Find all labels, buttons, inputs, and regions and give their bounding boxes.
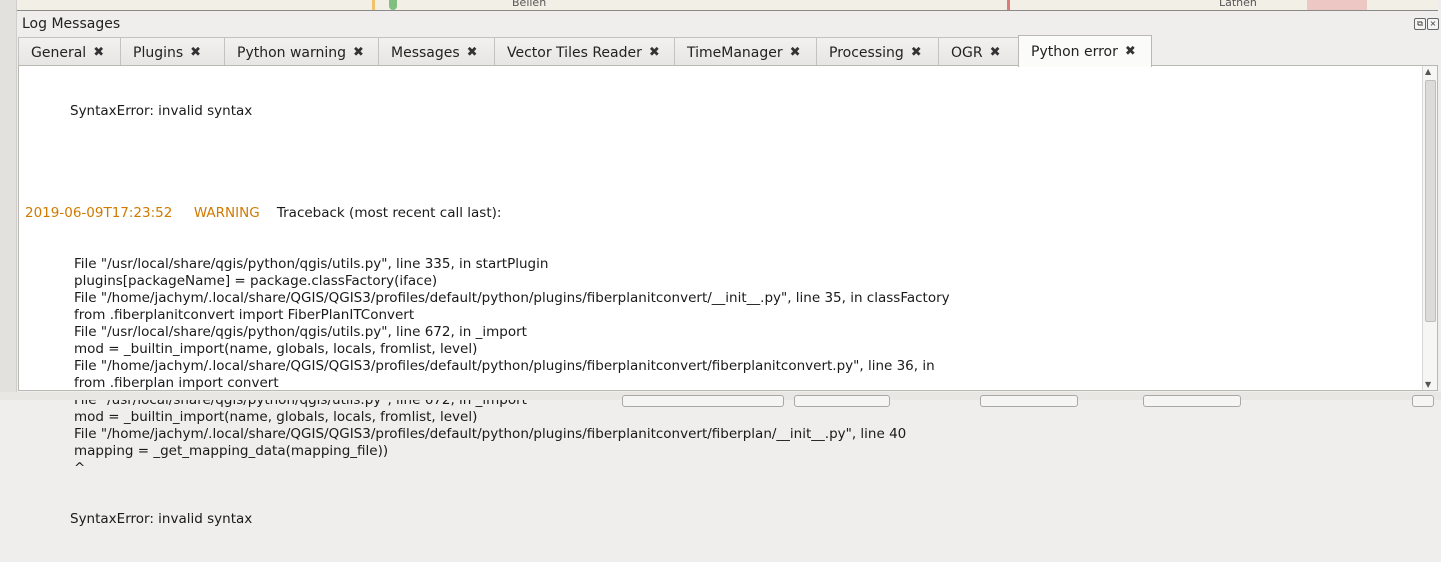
- tab-close-icon[interactable]: ✖: [649, 45, 660, 60]
- status-widget[interactable]: [1412, 395, 1434, 407]
- tab-label: Plugins: [133, 44, 184, 61]
- left-dock-edge: [0, 0, 17, 400]
- tab-ogr[interactable]: OGR ✖: [938, 37, 1018, 67]
- traceback-line: ^: [74, 460, 86, 476]
- traceback-line: plugins[packageName] = package.classFact…: [74, 273, 438, 289]
- tab-close-icon[interactable]: ✖: [353, 45, 364, 60]
- log-line: SyntaxError: invalid syntax: [70, 511, 253, 527]
- tab-label: Python error: [1031, 43, 1118, 60]
- tab-timemanager[interactable]: TimeManager ✖: [674, 37, 816, 67]
- tab-close-icon[interactable]: ✖: [467, 45, 478, 60]
- traceback-line: File "/usr/local/share/qgis/python/qgis/…: [74, 256, 549, 272]
- scrollbar-thumb[interactable]: [1425, 80, 1436, 322]
- close-panel-icon[interactable]: ×: [1427, 18, 1439, 30]
- tab-label: Python warning: [237, 44, 347, 61]
- log-traceback-header: Traceback (most recent call last):: [276, 205, 502, 221]
- vertical-scrollbar[interactable]: ▲ ▼: [1422, 66, 1437, 390]
- traceback-line: File "/home/jachym/.local/share/QGIS/QGI…: [74, 358, 935, 374]
- tab-label: Vector Tiles Reader: [507, 44, 642, 61]
- log-line: SyntaxError: invalid syntax: [70, 103, 253, 119]
- traceback-line: mapping = _get_mapping_data(mapping_file…: [74, 443, 389, 459]
- panel-title: Log Messages: [22, 16, 121, 32]
- tab-label: General: [31, 44, 87, 61]
- tab-close-icon[interactable]: ✖: [1125, 44, 1136, 59]
- log-text[interactable]: SyntaxError: invalid syntax 2019-06-09T1…: [25, 69, 1421, 562]
- status-widget[interactable]: [794, 395, 890, 407]
- tab-close-icon[interactable]: ✖: [990, 45, 1001, 60]
- status-widget[interactable]: [980, 395, 1078, 407]
- map-label-lathen: Lathen: [1219, 0, 1257, 9]
- tab-close-icon[interactable]: ✖: [93, 45, 104, 60]
- log-level: WARNING: [193, 205, 260, 221]
- tab-close-icon[interactable]: ✖: [790, 45, 801, 60]
- tab-python-warning[interactable]: Python warning ✖: [224, 37, 378, 67]
- scroll-down-icon[interactable]: ▼: [1425, 380, 1431, 389]
- status-bar: [0, 392, 1441, 407]
- tab-plugins[interactable]: Plugins ✖: [120, 37, 224, 67]
- tab-label: Messages: [391, 44, 460, 61]
- status-widget[interactable]: [1143, 395, 1241, 407]
- tab-close-icon[interactable]: ✖: [911, 45, 922, 60]
- float-panel-icon[interactable]: ⧉: [1414, 18, 1426, 30]
- traceback-line: mod = _builtin_import(name, globals, loc…: [74, 341, 478, 357]
- tab-label: OGR: [951, 44, 983, 61]
- log-entry-header: 2019-06-09T17:23:52 WARNING Traceback (m…: [25, 205, 1421, 222]
- tab-label: Processing: [829, 44, 904, 61]
- tab-messages[interactable]: Messages ✖: [378, 37, 494, 67]
- log-timestamp: 2019-06-09T17:23:52: [25, 205, 173, 221]
- map-canvas-strip[interactable]: Beilen Lathen: [17, 0, 1438, 11]
- tab-general[interactable]: General ✖: [18, 37, 120, 67]
- traceback-line: File "/home/jachym/.local/share/QGIS/QGI…: [74, 290, 950, 306]
- traceback-line: File "/home/jachym/.local/share/QGIS/QGI…: [74, 426, 907, 442]
- tab-processing[interactable]: Processing ✖: [816, 37, 938, 67]
- traceback-line: from .fiberplan import convert: [74, 375, 279, 391]
- traceback-line: from .fiberplanitconvert import FiberPla…: [74, 307, 415, 323]
- traceback-lines: File "/usr/local/share/qgis/python/qgis/…: [25, 256, 1421, 477]
- log-tab-bar: General ✖ Plugins ✖ Python warning ✖ Messages ✖…: [18, 35, 1152, 67]
- tab-close-icon[interactable]: ✖: [190, 45, 201, 60]
- traceback-line: File "/usr/local/share/qgis/python/qgis/…: [74, 324, 527, 340]
- traceback-line: mod = _builtin_import(name, globals, loc…: [74, 409, 478, 425]
- scroll-up-icon[interactable]: ▲: [1425, 67, 1431, 76]
- tab-label: TimeManager: [687, 44, 783, 61]
- log-blank-line: [25, 154, 1421, 171]
- status-widget[interactable]: [622, 395, 784, 407]
- map-label-beilen: Beilen: [512, 0, 547, 9]
- log-content-area[interactable]: SyntaxError: invalid syntax 2019-06-09T1…: [18, 65, 1438, 527]
- tab-python-error[interactable]: Python error ✖: [1018, 35, 1152, 67]
- tab-vector-tiles-reader[interactable]: Vector Tiles Reader ✖: [494, 37, 674, 67]
